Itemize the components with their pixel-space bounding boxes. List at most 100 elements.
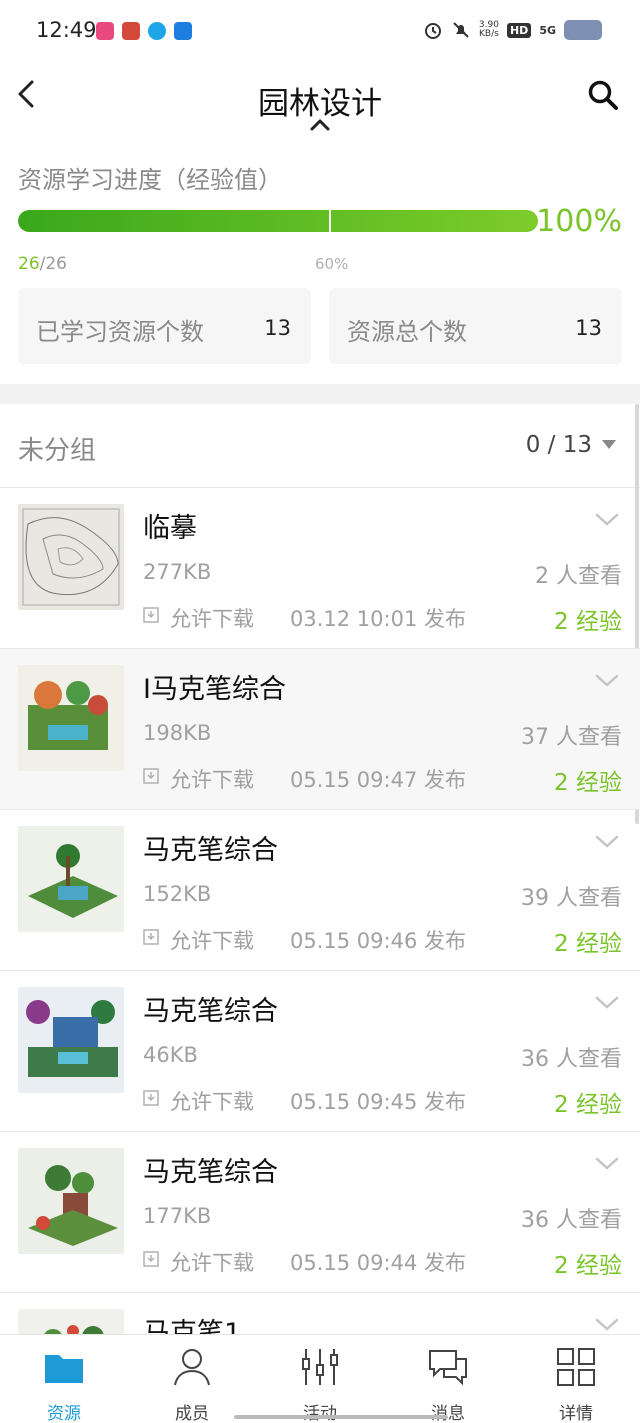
thumbnail-image xyxy=(18,987,124,1093)
nav-item-activities[interactable]: 活动 xyxy=(256,1335,384,1423)
status-bar: 12:49 3.90 KB/s HD 5G xyxy=(0,0,640,62)
experience-points: 2 经验 xyxy=(554,609,622,635)
progress-milestone-marker xyxy=(329,210,331,232)
network-speed: 3.90 KB/s xyxy=(478,20,499,39)
learned-value: 13 xyxy=(264,316,291,340)
download-icon xyxy=(143,1251,159,1267)
nav-label: 资源 xyxy=(47,1404,81,1423)
resource-title: 马克笔综合 xyxy=(143,835,278,866)
status-time: 12:49 xyxy=(36,18,97,42)
list-item[interactable]: I马克笔综合 198KB 37 人查看 允许下载 05.15 09:47 发布 … xyxy=(0,649,640,810)
group-header[interactable]: 未分组 0 / 13 xyxy=(0,404,640,488)
download-icon xyxy=(143,607,159,623)
nav-label: 消息 xyxy=(431,1404,465,1423)
home-indicator[interactable] xyxy=(234,1415,448,1419)
resource-size: 277KB xyxy=(143,560,212,584)
progress-milestone: 60% xyxy=(315,255,349,273)
download-permission: 允许下载 xyxy=(170,607,254,631)
thumbnail-image xyxy=(18,1148,124,1254)
experience-points: 2 经验 xyxy=(554,1092,622,1118)
experience-points: 2 经验 xyxy=(554,1253,622,1279)
battery-icon xyxy=(564,20,602,40)
experience-points: 2 经验 xyxy=(554,931,622,957)
bottom-nav: 资源 成员 活动 消息 详情 xyxy=(0,1334,640,1423)
chevron-down-icon[interactable] xyxy=(594,1156,620,1172)
resource-size: 152KB xyxy=(143,882,212,906)
total-label: 资源总个数 xyxy=(347,318,467,346)
download-icon xyxy=(143,768,159,784)
qq-icon xyxy=(148,22,166,40)
resource-views: 37 人查看 xyxy=(521,725,622,750)
resource-title: 临摹 xyxy=(143,513,197,544)
chevron-down-icon[interactable] xyxy=(594,834,620,850)
publish-date: 05.15 09:44 发布 xyxy=(290,1251,466,1275)
resource-size: 198KB xyxy=(143,721,212,745)
experience-points: 2 经验 xyxy=(554,770,622,796)
caret-down-icon[interactable] xyxy=(602,440,616,449)
resource-size: 177KB xyxy=(143,1204,212,1228)
nav-item-members[interactable]: 成员 xyxy=(128,1335,256,1423)
alarm-icon xyxy=(424,23,441,39)
learned-label: 已学习资源个数 xyxy=(36,318,204,346)
progress-count: 26/26 xyxy=(18,254,67,274)
resource-title: I马克笔综合 xyxy=(143,674,286,705)
resource-title: 马克笔综合 xyxy=(143,996,278,1027)
search-icon[interactable] xyxy=(586,78,620,112)
status-right: 3.90 KB/s HD 5G xyxy=(423,20,602,40)
list-item[interactable]: 马克笔综合 177KB 36 人查看 允许下载 05.15 09:44 发布 2… xyxy=(0,1132,640,1293)
grid-icon xyxy=(557,1348,595,1386)
total-count-card: 资源总个数 13 xyxy=(329,288,622,364)
resource-views: 39 人查看 xyxy=(521,886,622,911)
resource-views: 2 人查看 xyxy=(535,564,622,589)
list-item[interactable]: 马克笔综合 152KB 39 人查看 允许下载 05.15 09:46 发布 2… xyxy=(0,810,640,971)
list-item[interactable]: 临摹 277KB 2 人查看 允许下载 03.12 10:01 发布 2 经验 xyxy=(0,488,640,649)
download-permission: 允许下载 xyxy=(170,1251,254,1275)
progress-label: 资源学习进度（经验值） xyxy=(18,166,282,194)
chat-icon xyxy=(429,1350,467,1386)
thumbnail-image xyxy=(18,826,124,932)
chevron-down-icon[interactable] xyxy=(594,1317,620,1333)
publish-date: 03.12 10:01 发布 xyxy=(290,607,466,631)
chevron-up-icon[interactable] xyxy=(308,116,332,132)
resource-title: 马克笔综合 xyxy=(143,1157,278,1188)
section-divider xyxy=(0,384,640,404)
progress-done: 26 xyxy=(18,254,40,274)
total-value: 13 xyxy=(575,316,602,340)
nav-item-details[interactable]: 详情 xyxy=(512,1335,640,1423)
person-icon xyxy=(174,1349,210,1386)
progress-bar xyxy=(18,210,538,232)
progress-percent: 100% xyxy=(536,204,622,239)
app-notification-icon xyxy=(96,22,114,40)
download-icon xyxy=(143,929,159,945)
nav-label: 成员 xyxy=(175,1404,209,1423)
thumbnail-image xyxy=(18,504,124,610)
nav-item-messages[interactable]: 消息 xyxy=(384,1335,512,1423)
signal-icon: 5G xyxy=(539,23,556,37)
download-permission: 允许下载 xyxy=(170,768,254,792)
activity-icon xyxy=(302,1349,338,1385)
app-notification-icon xyxy=(122,22,140,40)
progress-fill xyxy=(18,210,538,232)
mute-icon xyxy=(453,22,469,38)
learned-count-card: 已学习资源个数 13 xyxy=(18,288,311,364)
resource-size: 46KB xyxy=(143,1043,198,1067)
nav-label: 活动 xyxy=(303,1404,337,1423)
publish-date: 05.15 09:45 发布 xyxy=(290,1090,466,1114)
nav-item-resources[interactable]: 资源 xyxy=(0,1335,128,1423)
thumbnail-image xyxy=(18,665,124,771)
group-count: 0 / 13 xyxy=(525,432,592,458)
chevron-down-icon[interactable] xyxy=(594,995,620,1011)
app-header: 园林设计 xyxy=(0,62,640,142)
progress-total: /26 xyxy=(39,254,67,274)
resource-views: 36 人查看 xyxy=(521,1047,622,1072)
list-item[interactable]: 马克笔综合 46KB 36 人查看 允许下载 05.15 09:45 发布 2 … xyxy=(0,971,640,1132)
resource-views: 36 人查看 xyxy=(521,1208,622,1233)
app-notification-icon xyxy=(174,22,192,40)
chevron-down-icon[interactable] xyxy=(594,673,620,689)
chevron-down-icon[interactable] xyxy=(594,512,620,528)
nav-label: 详情 xyxy=(559,1404,593,1423)
hd-badge: HD xyxy=(506,22,532,38)
publish-date: 05.15 09:47 发布 xyxy=(290,768,466,792)
download-permission: 允许下载 xyxy=(170,1090,254,1114)
download-permission: 允许下载 xyxy=(170,929,254,953)
